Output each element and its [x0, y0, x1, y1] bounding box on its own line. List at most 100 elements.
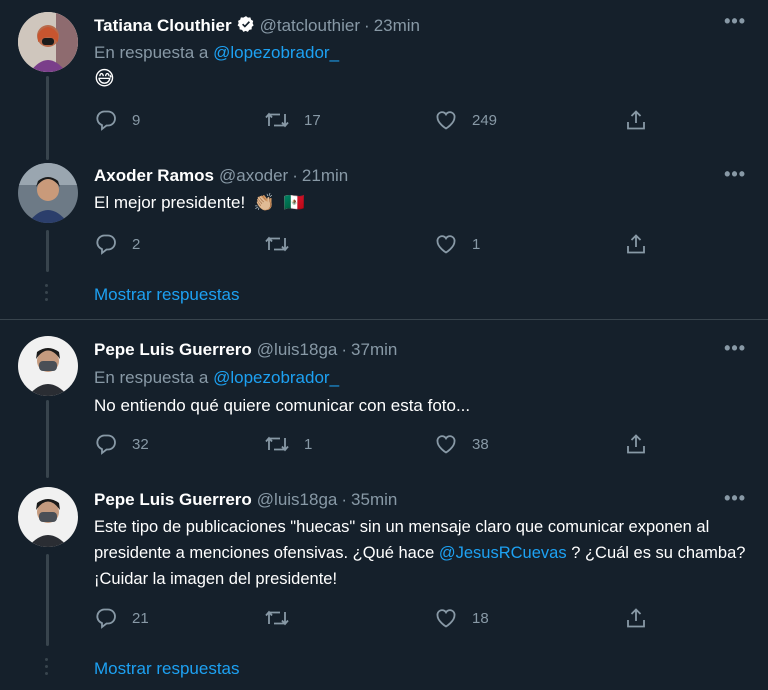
like-count: 18	[472, 609, 489, 627]
reply-count: 9	[132, 111, 141, 129]
avatar-photo-icon	[18, 336, 78, 396]
tweet-text-content: No entiendo qué quiere comunicar con est…	[94, 396, 471, 415]
avatar[interactable]	[18, 487, 78, 547]
share-icon	[627, 608, 645, 628]
like-button[interactable]: 38	[434, 432, 624, 456]
separator-dot: ·	[364, 16, 370, 35]
author-name[interactable]: Pepe Luis Guerrero	[94, 490, 252, 510]
emoji-mexico-flag: 🇲🇽	[283, 193, 305, 212]
heart-icon	[436, 111, 456, 130]
retweet-button[interactable]: 17	[264, 108, 434, 132]
tweet-axoder[interactable]: Axoder Ramos @axoder · 21min ••• El mejo…	[0, 160, 768, 278]
thread-line	[46, 76, 49, 160]
reply-prefix: En respuesta a	[94, 368, 209, 387]
like-button[interactable]: 249	[434, 108, 624, 132]
emoji-sweat-smile: 😅	[94, 68, 115, 90]
timestamp[interactable]: 23min	[374, 16, 420, 36]
author-handle[interactable]: @luis18ga	[257, 340, 338, 360]
tweet-actions: 9 17 249	[94, 108, 654, 132]
timestamp[interactable]: 21min	[302, 166, 348, 186]
tweet-pepe-1[interactable]: Pepe Luis Guerrero @luis18ga · 37min •••…	[0, 320, 768, 478]
heart-icon	[436, 435, 456, 454]
reply-count: 21	[132, 609, 149, 627]
reply-count: 2	[132, 235, 141, 253]
more-options-icon[interactable]: •••	[724, 11, 746, 32]
avatar-photo-icon	[18, 12, 78, 72]
tweet-header: Pepe Luis Guerrero @luis18ga · 35min	[94, 490, 397, 510]
retweet-icon	[265, 236, 289, 252]
reply-icon	[96, 110, 116, 131]
tweet-actions: 2 1	[94, 232, 654, 256]
share-icon	[627, 110, 645, 130]
retweet-button[interactable]	[264, 232, 434, 256]
share-button[interactable]	[624, 108, 648, 132]
thread-continuation-dots	[45, 658, 49, 679]
share-button[interactable]	[624, 432, 648, 456]
reply-context: En respuesta a @lopezobrador_	[94, 43, 339, 63]
separator-dot: ·	[341, 340, 348, 359]
separator-dot: ·	[341, 490, 348, 509]
author-handle[interactable]: @luis18ga	[257, 490, 338, 510]
reply-button[interactable]: 9	[94, 108, 264, 132]
reply-icon	[96, 234, 116, 255]
author-handle[interactable]: @tatclouthier	[260, 16, 360, 36]
emoji-clapping-hands: 👏🏼	[253, 193, 276, 212]
heart-icon	[436, 235, 456, 254]
avatar-photo-icon	[18, 487, 78, 547]
thread-line	[46, 554, 49, 646]
retweet-count: 17	[304, 111, 321, 129]
share-button[interactable]	[624, 232, 648, 256]
retweet-icon	[265, 436, 289, 452]
retweet-button[interactable]	[264, 606, 434, 630]
more-options-icon[interactable]: •••	[724, 164, 746, 185]
author-name[interactable]: Pepe Luis Guerrero	[94, 340, 252, 360]
show-replies-link[interactable]: Mostrar respuestas	[94, 659, 240, 679]
retweet-icon	[265, 610, 289, 626]
author-name[interactable]: Tatiana Clouthier	[94, 16, 232, 36]
author-handle[interactable]: @axoder	[219, 166, 288, 186]
separator-dot: ·	[292, 166, 298, 185]
tweet-actions: 32 1 38	[94, 432, 654, 456]
reply-icon	[96, 608, 116, 629]
share-icon	[627, 234, 645, 254]
like-count: 38	[472, 435, 489, 453]
like-button[interactable]: 1	[434, 232, 624, 256]
thread-continuation-dots	[45, 284, 49, 305]
tweet-pepe-2[interactable]: Pepe Luis Guerrero @luis18ga · 35min •••…	[0, 478, 768, 648]
like-count: 1	[472, 235, 481, 253]
timestamp[interactable]: 37min	[351, 340, 397, 360]
retweet-count: 1	[304, 435, 313, 453]
share-button[interactable]	[624, 606, 648, 630]
reply-button[interactable]: 21	[94, 606, 264, 630]
author-name[interactable]: Axoder Ramos	[94, 166, 214, 186]
share-icon	[627, 434, 645, 454]
tweet-header: Pepe Luis Guerrero @luis18ga · 37min	[94, 340, 397, 360]
tweet-header: Tatiana Clouthier @tatclouthier · 23min	[94, 13, 420, 36]
tweet-text: 😅	[94, 66, 754, 93]
tweet-text: Este tipo de publicaciones "huecas" sin …	[94, 514, 759, 592]
timestamp[interactable]: 35min	[351, 490, 397, 510]
avatar[interactable]	[18, 163, 78, 223]
retweet-button[interactable]: 1	[264, 432, 434, 456]
reply-button[interactable]: 2	[94, 232, 264, 256]
verified-icon	[237, 15, 255, 38]
like-button[interactable]: 18	[434, 606, 624, 630]
reply-mention-link[interactable]: @lopezobrador_	[213, 368, 339, 387]
like-count: 249	[472, 111, 498, 129]
more-options-icon[interactable]: •••	[724, 488, 746, 509]
reply-button[interactable]: 32	[94, 432, 264, 456]
more-options-icon[interactable]: •••	[724, 338, 746, 359]
thread-line	[46, 230, 49, 272]
thread-line	[46, 400, 49, 478]
avatar[interactable]	[18, 12, 78, 72]
mention-link[interactable]: @JesusRCuevas	[439, 544, 567, 562]
tweet-actions: 21 18	[94, 606, 654, 630]
retweet-icon	[265, 112, 289, 128]
avatar-photo-icon	[18, 163, 78, 223]
tweet-tatiana[interactable]: Tatiana Clouthier @tatclouthier · 23min …	[0, 0, 768, 160]
reply-mention-link[interactable]: @lopezobrador_	[213, 43, 339, 62]
tweet-text: No entiendo qué quiere comunicar con est…	[94, 393, 754, 419]
show-replies-link[interactable]: Mostrar respuestas	[94, 285, 240, 305]
avatar[interactable]	[18, 336, 78, 396]
reply-context: En respuesta a @lopezobrador_	[94, 368, 339, 388]
